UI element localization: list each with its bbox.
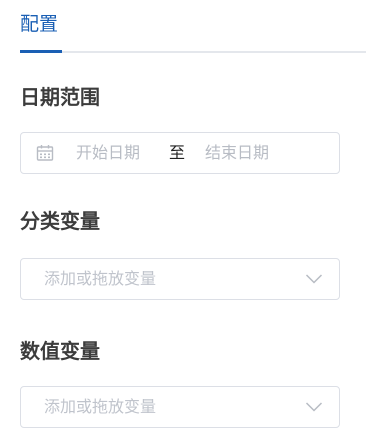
numeric-variables-title: 数值变量 [20, 339, 100, 363]
tab-config[interactable]: 配置 [20, 10, 58, 38]
tab-track [20, 51, 366, 53]
active-tab-indicator [20, 50, 62, 53]
chevron-down-icon [305, 274, 323, 284]
categorical-variable-select[interactable]: 添加或拖放变量 [20, 258, 340, 300]
start-date-input[interactable]: 开始日期 [76, 133, 140, 173]
categorical-variables-title: 分类变量 [20, 209, 100, 233]
range-separator: 至 [169, 143, 186, 162]
date-range-picker[interactable]: 开始日期 至 结束日期 [20, 132, 340, 174]
categorical-variable-placeholder: 添加或拖放变量 [44, 269, 157, 288]
chevron-down-icon [305, 402, 323, 412]
end-date-input[interactable]: 结束日期 [205, 133, 269, 173]
tab-bar: 配置 [0, 0, 366, 54]
numeric-variable-select[interactable]: 添加或拖放变量 [20, 386, 340, 428]
calendar-icon [36, 145, 54, 161]
numeric-variable-placeholder: 添加或拖放变量 [44, 397, 157, 416]
date-range-title: 日期范围 [20, 85, 100, 109]
